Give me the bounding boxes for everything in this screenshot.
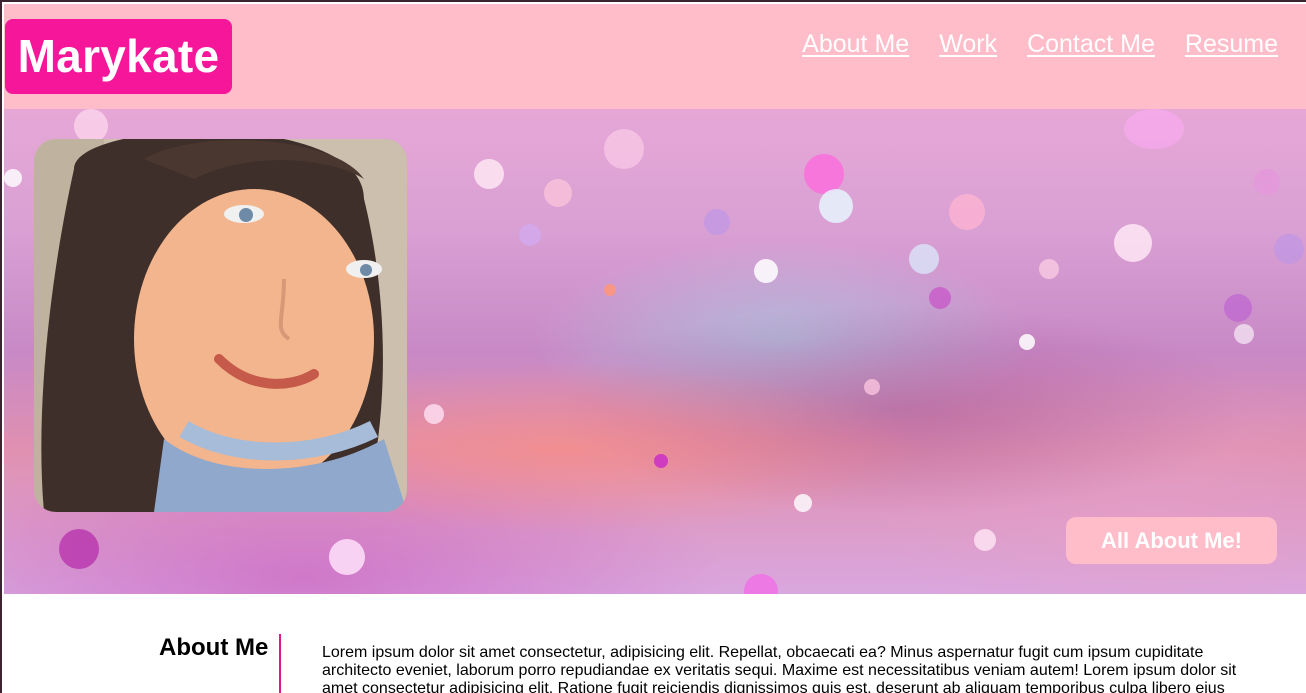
nav-link-contact-me[interactable]: Contact Me [1027, 30, 1155, 59]
brand-logo[interactable]: Marykate [5, 19, 232, 94]
site-header: Marykate About Me Work Contact Me Resume [4, 4, 1306, 109]
about-paragraph: Lorem ipsum dolor sit amet consectetur, … [322, 644, 1237, 693]
about-divider [279, 634, 281, 693]
nav-link-about-me[interactable]: About Me [802, 30, 909, 59]
profile-photo [34, 139, 407, 512]
main-nav: About Me Work Contact Me Resume [802, 30, 1278, 59]
nav-link-work[interactable]: Work [939, 30, 997, 59]
all-about-me-button[interactable]: All About Me! [1066, 517, 1277, 564]
page: Marykate About Me Work Contact Me Resume [0, 0, 1306, 693]
about-heading: About Me [159, 634, 269, 661]
nav-link-resume[interactable]: Resume [1185, 30, 1278, 59]
portrait-illustration [34, 139, 407, 512]
